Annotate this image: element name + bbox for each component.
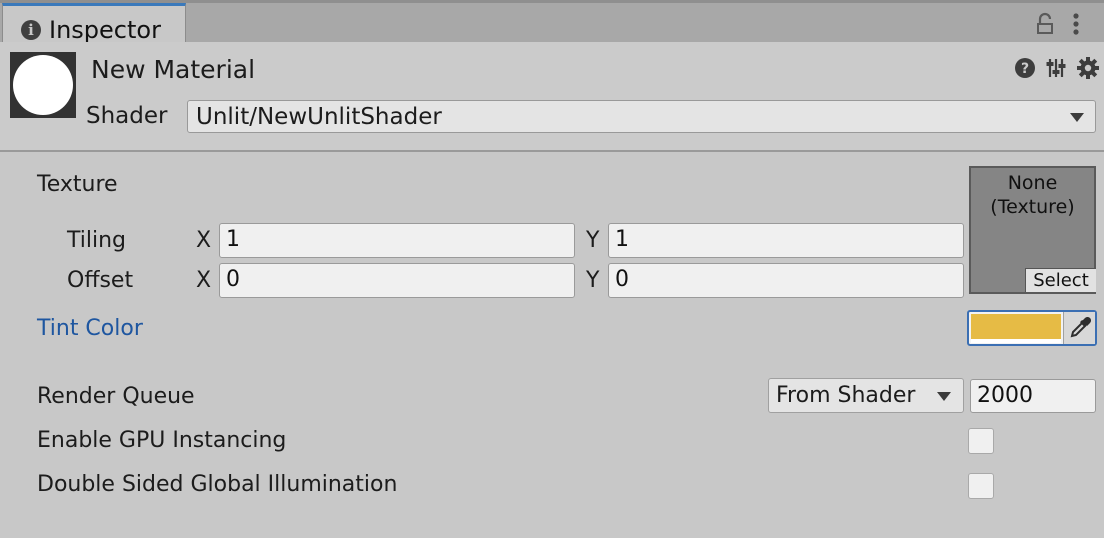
gpu-instancing-checkbox[interactable] [968, 428, 994, 454]
material-name: New Material [91, 55, 256, 84]
chevron-down-icon [937, 392, 951, 401]
help-icon[interactable]: ? [1014, 57, 1036, 79]
tint-alpha-bar [971, 339, 1061, 343]
render-queue-label: Render Queue [37, 384, 195, 409]
tiling-x-field[interactable]: 1 [219, 223, 575, 258]
offset-x-field[interactable]: 0 [219, 263, 575, 298]
offset-y-field[interactable]: 0 [608, 263, 964, 298]
tiling-x-label: X [196, 228, 212, 253]
gear-icon[interactable] [1076, 56, 1100, 80]
material-preview [10, 52, 76, 118]
double-sided-gi-label: Double Sided Global Illumination [37, 472, 398, 497]
offset-label: Offset [67, 268, 134, 293]
offset-x-label: X [196, 268, 212, 293]
more-options-icon[interactable] [1066, 12, 1086, 36]
tiling-y-label: Y [586, 228, 600, 253]
texture-label: Texture [37, 172, 118, 197]
shader-label: Shader [86, 103, 168, 129]
texture-slot[interactable]: None (Texture) Select [969, 166, 1096, 294]
offset-y-label: Y [586, 268, 600, 293]
chevron-down-icon [1070, 113, 1084, 122]
gpu-instancing-label: Enable GPU Instancing [37, 428, 287, 453]
preset-icon[interactable] [1045, 57, 1067, 79]
double-sided-gi-checkbox[interactable] [968, 473, 994, 499]
texture-slot-text: None (Texture) [990, 172, 1075, 218]
tint-color-label: Tint Color [37, 316, 143, 341]
eyedropper-icon [1070, 317, 1091, 338]
render-queue-mode: From Shader [776, 383, 916, 408]
tab-inspector[interactable]: i Inspector [2, 3, 186, 44]
tint-color-swatch[interactable] [971, 314, 1061, 339]
eyedropper-button[interactable] [1063, 312, 1095, 344]
render-queue-dropdown[interactable]: From Shader [768, 378, 964, 413]
shader-dropdown[interactable]: Unlit/NewUnlitShader [187, 100, 1096, 133]
texture-select-button[interactable]: Select [1025, 268, 1096, 292]
tab-label: Inspector [49, 16, 161, 44]
lock-icon[interactable] [1034, 12, 1056, 36]
tiling-y-field[interactable]: 1 [608, 223, 964, 258]
preview-sphere [13, 55, 73, 115]
tiling-label: Tiling [67, 228, 127, 253]
tint-color-field[interactable] [967, 310, 1097, 346]
shader-value: Unlit/NewUnlitShader [196, 104, 442, 130]
info-icon: i [21, 20, 41, 40]
svg-text:?: ? [1021, 61, 1029, 77]
render-queue-value-field[interactable]: 2000 [970, 379, 1096, 413]
